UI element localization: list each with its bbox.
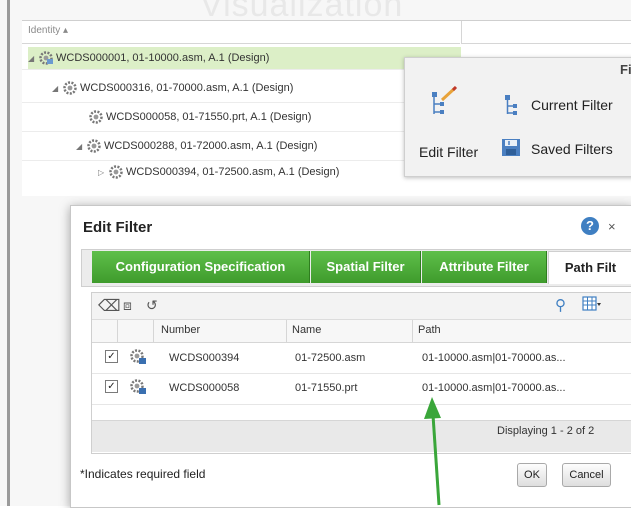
expand-toggle-icon[interactable]: ◢ bbox=[28, 48, 38, 70]
name-cell: 01-72500.asm bbox=[295, 352, 366, 364]
identity-header-label: Identity ▴ bbox=[28, 25, 69, 36]
pagination-status: Displaying 1 - 2 of 2 bbox=[497, 425, 595, 437]
path-cell: 01-10000.asm|01-70000.as... bbox=[422, 382, 566, 394]
number-cell: WCDS000058 bbox=[169, 382, 240, 394]
table-toolbar bbox=[92, 293, 631, 320]
edit-filter-icon[interactable] bbox=[428, 86, 458, 118]
tree-row[interactable]: ▷ WCDS000394, 01-72500.asm, A.1 (Design) bbox=[98, 161, 339, 183]
tab-attribute-filter[interactable]: Attribute Filter bbox=[422, 251, 547, 283]
help-icon[interactable]: ? bbox=[581, 217, 599, 235]
current-filter-label[interactable]: Current Filter bbox=[531, 97, 613, 113]
tree-row-label: WCDS000316, 01-70000.asm, A.1 (Design) bbox=[80, 82, 294, 94]
close-icon[interactable]: × bbox=[608, 219, 616, 234]
required-field-note: *Indicates required field bbox=[80, 467, 206, 481]
tree-row-divider bbox=[22, 102, 460, 103]
tree-row-label: WCDS000394, 01-72500.asm, A.1 (Design) bbox=[126, 166, 340, 178]
column-header-right bbox=[461, 21, 631, 44]
column-divider bbox=[153, 320, 154, 342]
tree-row[interactable]: ◢ WCDS000001, 01-10000.asm, A.1 (Design) bbox=[28, 47, 461, 69]
row-checkbox[interactable]: ✓ bbox=[105, 350, 118, 363]
search-icon[interactable]: ⚲ bbox=[555, 296, 566, 314]
tab-configuration-specification[interactable]: Configuration Specification bbox=[92, 251, 310, 283]
tree-row-divider bbox=[22, 131, 460, 132]
filter-toolbar-title: Filte bbox=[620, 62, 631, 77]
column-header-name[interactable]: Name bbox=[292, 324, 321, 336]
annotation-arrow-icon bbox=[424, 397, 441, 506]
assembly-gear-icon bbox=[63, 81, 77, 95]
tree-row-label: WCDS000058, 01-71550.prt, A.1 (Design) bbox=[106, 111, 312, 123]
current-filter-icon[interactable] bbox=[500, 94, 520, 116]
window-edge bbox=[7, 0, 10, 506]
part-gear-icon bbox=[130, 379, 146, 394]
assembly-gear-icon bbox=[130, 349, 146, 364]
saved-filters-icon[interactable] bbox=[500, 137, 524, 159]
tree-row[interactable]: WCDS000058, 01-71550.prt, A.1 (Design) bbox=[88, 106, 311, 128]
tab-spatial-filter[interactable]: Spatial Filter bbox=[311, 251, 421, 283]
tree-row-divider bbox=[22, 69, 460, 70]
tab-path-filter[interactable]: Path Filt bbox=[548, 251, 631, 284]
column-header-path[interactable]: Path bbox=[418, 324, 441, 336]
tree-row[interactable]: ◢ WCDS000316, 01-70000.asm, A.1 (Design) bbox=[52, 77, 293, 99]
row-checkbox[interactable]: ✓ bbox=[105, 380, 118, 393]
tree-row[interactable]: ◢ WCDS000288, 01-72000.asm, A.1 (Design) bbox=[76, 135, 317, 157]
dialog-title: Edit Filter bbox=[83, 219, 153, 236]
path-cell: 01-10000.asm|01-70000.as... bbox=[422, 352, 566, 364]
part-gear-icon bbox=[89, 110, 103, 124]
cancel-button[interactable]: Cancel bbox=[562, 463, 611, 487]
column-divider bbox=[412, 320, 413, 342]
column-chooser-icon[interactable] bbox=[582, 295, 602, 313]
select-items-icon[interactable]: ⧈ bbox=[123, 297, 132, 314]
edit-filter-label[interactable]: Edit Filter bbox=[419, 144, 478, 160]
name-cell: 01-71550.prt bbox=[295, 382, 358, 394]
expand-toggle-icon[interactable]: ◢ bbox=[76, 136, 86, 158]
number-cell: WCDS000394 bbox=[169, 352, 240, 364]
collapse-toggle-icon[interactable]: ▷ bbox=[98, 162, 108, 184]
column-divider bbox=[286, 320, 287, 342]
column-header-number[interactable]: Number bbox=[161, 324, 200, 336]
saved-filters-label[interactable]: Saved Filters bbox=[531, 141, 613, 157]
column-divider bbox=[117, 320, 118, 342]
identity-column-header[interactable]: Identity ▴ bbox=[22, 21, 460, 44]
assembly-gear-icon bbox=[87, 139, 101, 153]
refresh-icon[interactable]: ↺ bbox=[146, 297, 158, 314]
eraser-icon[interactable]: ⌫ bbox=[98, 296, 121, 316]
expand-toggle-icon[interactable]: ◢ bbox=[52, 78, 62, 100]
tree-row-label: WCDS000001, 01-10000.asm, A.1 (Design) bbox=[56, 52, 270, 64]
tree-row-label: WCDS000288, 01-72000.asm, A.1 (Design) bbox=[104, 140, 318, 152]
ok-button[interactable]: OK bbox=[517, 463, 547, 487]
assembly-gear-icon bbox=[109, 165, 123, 179]
assembly-gear-icon bbox=[39, 51, 53, 65]
